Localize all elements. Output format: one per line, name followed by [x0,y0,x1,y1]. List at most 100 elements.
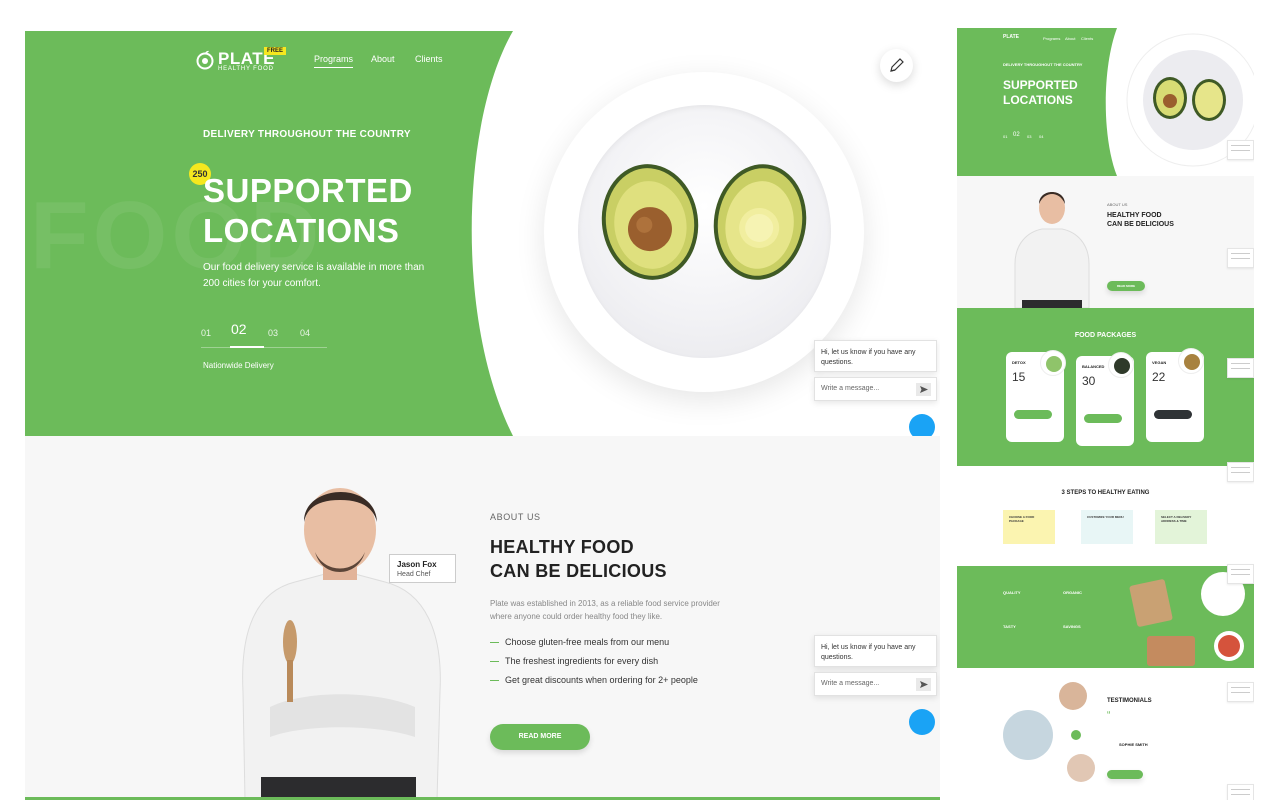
thumb-feature-label: TASTY [1003,624,1016,629]
send-arrow-icon [920,681,928,688]
thumb-hero: PLATE Programs About Clients DELIVERY TH… [957,28,1254,176]
about-list-item: Get great discounts when ordering for 2+… [490,674,710,687]
chat-message-bubble: Hi, let us know if you have any question… [814,340,937,372]
chef-photo [242,488,441,800]
thumb-package-button[interactable] [1014,410,1052,419]
about-description: Plate was established in 2013, as a reli… [490,599,720,621]
thumb-read-more-button[interactable]: READ MORE [1107,281,1145,291]
nav-clients[interactable]: Clients [415,54,443,64]
chef-role: Head Chef [397,571,431,578]
thumb-feature-label: ORGANIC [1063,590,1082,595]
chat-message-bubble: Hi, let us know if you have any question… [814,635,937,667]
slide-03[interactable]: 03 [268,328,278,338]
thumb-feature-label: QUALITY [1003,590,1021,595]
thumb-slide-01[interactable]: 01 [1003,134,1007,139]
hero-title-line-2: LOCATIONS [203,212,400,249]
thumb-package-card[interactable]: BALANCED 30 [1076,352,1134,446]
thumb-slide-03[interactable]: 03 [1027,134,1031,139]
read-more-button[interactable]: READ MORE [490,724,590,750]
thumb-testimonials: TESTIMONIALS “ SOPHIE SMITH [957,668,1254,800]
thumb-package-button[interactable] [1154,410,1192,419]
slide-04[interactable]: 04 [300,328,310,338]
thumb-packages-title: FOOD PACKAGES [1074,332,1137,339]
chat-send-button[interactable] [916,678,931,691]
chat-input-box[interactable]: Write a message... [814,377,937,401]
dash-icon [490,661,499,663]
thumb-nav-programs[interactable]: Programs [1043,36,1060,41]
thumb-nav-about[interactable]: About [1065,36,1075,41]
thumb-testimonials-title: TESTIMONIALS [1107,698,1152,704]
thumb-package-dish-image [1108,352,1134,378]
about-title-line-2: CAN BE DELICIOUS [490,561,667,581]
about-eyebrow: ABOUT US [490,512,541,522]
thumb-food-boxes-image [1129,572,1245,666]
about-list-text: Get great discounts when ordering for 2+… [505,675,698,685]
thumb-about-title: HEALTHY FOOD CAN BE DELICIOUS [1107,211,1174,229]
nav-about[interactable]: About [371,54,395,64]
thumb-package-button[interactable] [1084,414,1122,423]
thumb-chat-box[interactable] [1227,784,1254,800]
about-list-item: Choose gluten-free meals from our menu [490,636,710,649]
thumb-testimonial-avatar-large [1003,710,1053,760]
thumb-nav-clients[interactable]: Clients [1081,36,1093,41]
nav-programs[interactable]: Programs [314,54,354,68]
thumb-chef-photo [1014,192,1090,308]
slide-02[interactable]: 02 [231,321,247,337]
thumb-hero-eyebrow: DELIVERY THROUGHOUT THE COUNTRY [1003,62,1083,67]
thumb-step-text: CHOOSE A FOOD PACKAGE [1009,515,1035,523]
about-section: Jason Fox Head Chef ABOUT US HEALTHY FOO… [25,436,940,800]
thumb-about-title-line-2: CAN BE DELICIOUS [1107,221,1174,228]
slide-01[interactable]: 01 [201,328,211,338]
thumb-food-packages: FOOD PACKAGES DETOX 15 BALANCED 30 VEGAN… [957,308,1254,466]
about-title: HEALTHY FOOD CAN BE DELICIOUS [490,535,667,583]
slider-active-indicator [230,346,264,348]
about-list-text: Choose gluten-free meals from our menu [505,637,670,647]
chat-send-button[interactable] [916,383,931,396]
page-preview-column: PLATE Programs About Clients DELIVERY TH… [957,28,1254,800]
thumb-package-card[interactable]: VEGAN 22 [1146,348,1204,442]
quote-icon: “ [1107,710,1111,721]
thumb-slide-04[interactable]: 04 [1039,134,1043,139]
thumb-package-price: 30 [1082,374,1096,388]
thumb-hero-title: SUPPORTED LOCATIONS [1003,78,1078,108]
thumb-hero-background [957,28,1254,176]
thumb-brand-name[interactable]: PLATE [1003,34,1019,40]
thumb-steps-title: 3 STEPS TO HEALTHY EATING [1061,490,1150,496]
thumb-chat-box[interactable] [1227,248,1254,268]
chat-message-text: Hi, let us know if you have any question… [821,349,916,366]
thumb-chat-box[interactable] [1227,462,1254,482]
thumb-steps: 3 STEPS TO HEALTHY EATING CHOOSE A FOOD … [957,466,1254,566]
hero-title: SUPPORTED LOCATIONS [203,171,413,251]
thumb-step-text: CUSTOMIZE YOUR MENU [1087,515,1124,519]
thumb-slide-02[interactable]: 02 [1013,132,1020,138]
thumb-about-title-line-1: HEALTHY FOOD [1107,212,1162,219]
thumb-hero-title-line-2: LOCATIONS [1003,93,1073,107]
thumb-chat-box[interactable] [1227,140,1254,160]
thumb-chat-box[interactable] [1227,682,1254,702]
slider-track [201,347,327,348]
thumb-about: ABOUT US HEALTHY FOOD CAN BE DELICIOUS R… [957,176,1254,308]
hero-description: Our food delivery service is available i… [203,262,425,289]
thumb-testimonials-button[interactable] [1107,770,1143,779]
hero-eyebrow: DELIVERY THROUGHOUT THE COUNTRY [203,129,411,140]
thumb-package-name: BALANCED [1082,364,1105,369]
thumb-about-eyebrow: ABOUT US [1107,202,1128,207]
thumb-package-dish-image [1178,348,1204,374]
chat-launcher-button[interactable] [909,414,935,436]
chat-launcher-button[interactable] [909,709,935,735]
thumb-chat-box[interactable] [1227,564,1254,584]
send-arrow-icon [920,386,928,393]
thumb-feature-label: SAVINGS [1063,624,1081,629]
thumb-testimonial-author: SOPHIE SMITH [1119,742,1148,747]
hero-title-line-1: SUPPORTED [203,172,413,209]
thumb-chat-box[interactable] [1227,358,1254,378]
thumb-step-card: CHOOSE A FOOD PACKAGE [1003,510,1055,544]
thumb-package-card[interactable]: DETOX 15 [1006,350,1066,442]
brand-tagline: HEALTHY FOOD [218,66,274,72]
chat-input-box[interactable]: Write a message... [814,672,937,696]
thumb-features: QUALITY ORGANIC TASTY SAVINGS [957,566,1254,668]
template-preview-collage: FOOD PLATE HEALTHY FOOD FREE Programs Ab… [0,0,1280,800]
thumb-step-text: SELECT A DELIVERY ADDRESS & TIME [1161,515,1192,523]
dash-icon [490,680,499,682]
edit-button[interactable] [880,49,913,82]
